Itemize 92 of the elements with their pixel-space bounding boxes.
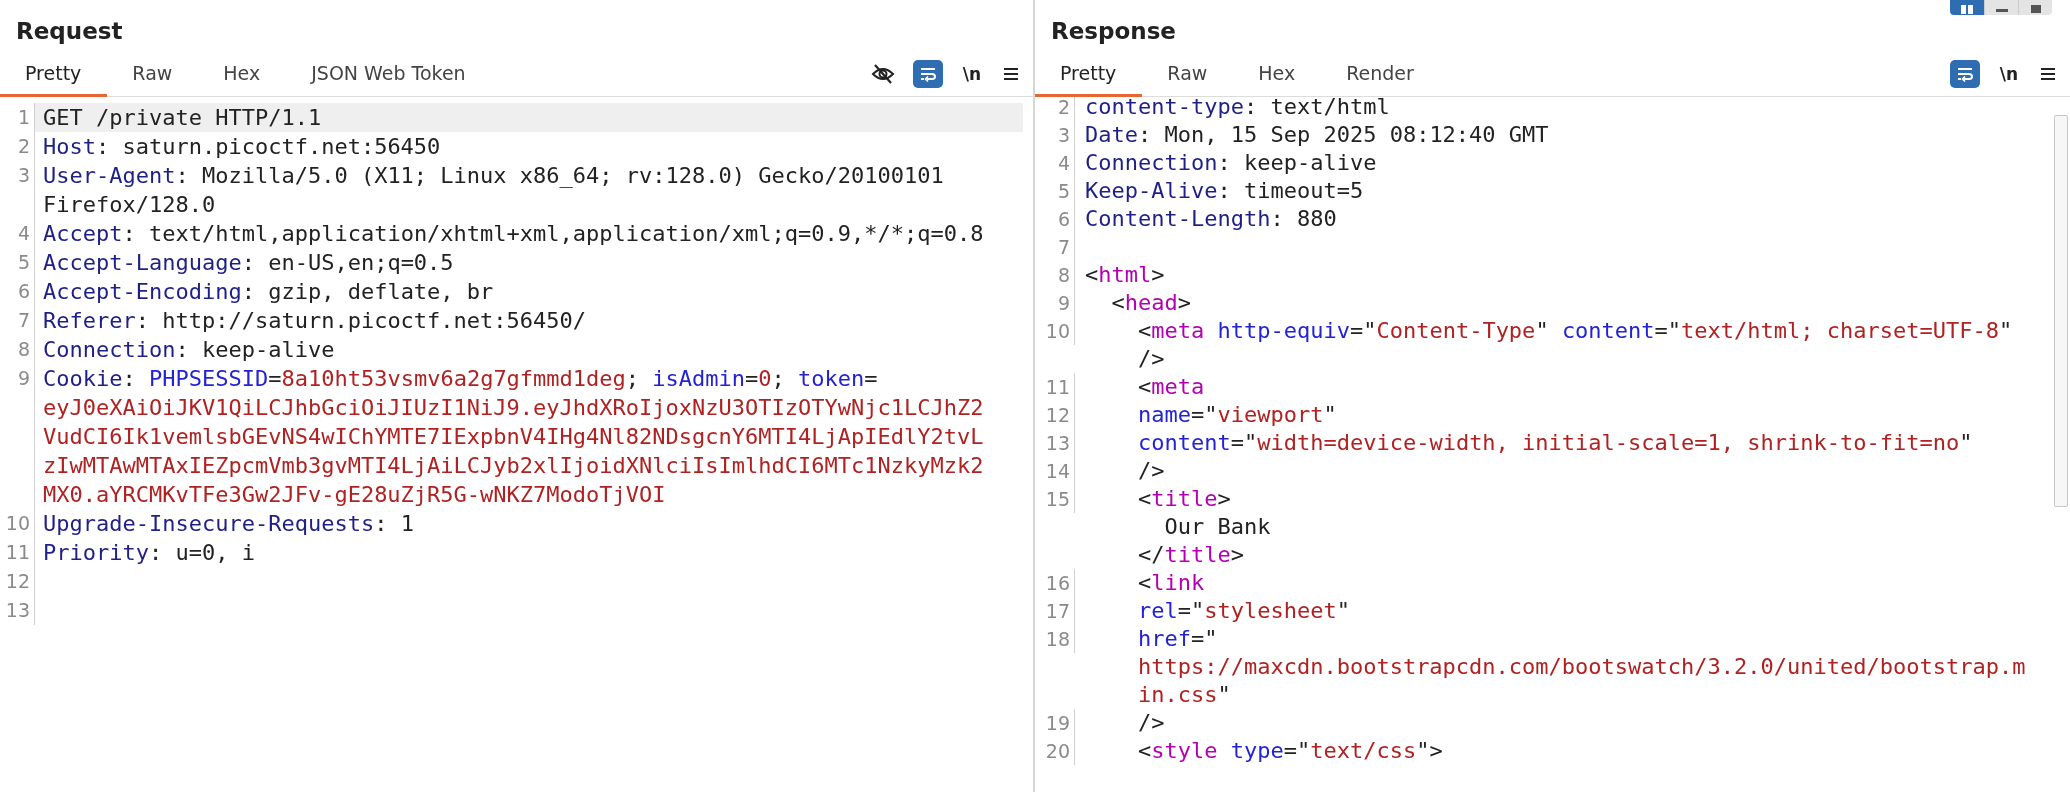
line-number: 18	[1045, 628, 1070, 650]
code-line: </title>	[1136, 541, 1244, 569]
menu-icon[interactable]	[1001, 65, 1021, 83]
tab[interactable]: Render	[1321, 52, 1440, 97]
code-line: Referer: http://saturn.picoctf.net:56450/	[43, 307, 587, 335]
menu-icon[interactable]	[2038, 65, 2058, 83]
code-line: Our Bank	[1163, 513, 1271, 541]
line-number: 14	[1045, 460, 1070, 482]
code-line: <style type="text/css">	[1136, 737, 1443, 765]
code-line: eyJ0eXAiOiJKV1QiLCJhbGciOiJIUzI1NiJ9.eyJhdXRoIjoxNzU3OTIzOTYwNjc1LCJhZ2	[43, 394, 984, 422]
line-number: 7	[1057, 236, 1070, 258]
tab[interactable]: Hex	[1233, 52, 1322, 97]
newline-toggle[interactable]: \n	[1995, 62, 2022, 86]
line-number: 6	[1057, 208, 1070, 230]
layout-button[interactable]	[2018, 0, 2052, 15]
code-line: zIwMTAwMTAxIEZpcmVmb3gvMTI4LjAiLCJyb2xlIjoidXNlciIsImlhdCI6MTc1NzkyMzk2	[43, 452, 984, 480]
code-line: Firefox/128.0	[43, 191, 216, 219]
line-number: 9	[1057, 292, 1070, 314]
line-number: 15	[1045, 488, 1070, 510]
code-line: <meta	[1136, 373, 1205, 401]
square-icon	[2028, 5, 2043, 15]
code-line: />	[1136, 709, 1165, 737]
line-number: 11	[1045, 376, 1070, 398]
code-line: in.css"	[1136, 681, 1231, 709]
line-number: 4	[1057, 152, 1070, 174]
code-line: <head>	[1110, 289, 1191, 317]
tab[interactable]: Raw	[1142, 52, 1234, 97]
code-line: VudCI6Ik1vemlsbGEvNS4wIChYMTE7IExpbnV4IHg4Nl82NDsgcnY6MTI4LjApIEdlY2tvL	[43, 423, 984, 451]
code-line: <meta http-equiv="Content-Type" content="text/html; charset=UTF-8"	[1136, 317, 2013, 345]
code-line: <title>	[1136, 485, 1231, 513]
line-number: 19	[1045, 712, 1070, 734]
code-line: Accept-Encoding: gzip, deflate, br	[43, 278, 494, 306]
code-line: Priority: u=0, i	[43, 539, 255, 567]
code-line: Accept: text/html,application/xhtml+xml,application/xml;q=0.9,*/*;q=0.8	[43, 220, 984, 248]
code-line: />	[1136, 457, 1165, 485]
line-number: 10	[1045, 320, 1070, 342]
code-line: content="width=device-width, initial-scale=1, shrink-to-fit=no"	[1136, 429, 1973, 457]
code-line: Accept-Language: en-US,en;q=0.5	[43, 249, 454, 277]
wrap-lines-icon[interactable]	[912, 60, 943, 88]
line-number: 10	[5, 512, 30, 534]
panel-title: Request	[15, 17, 124, 44]
panel-title: Response	[1050, 17, 1177, 44]
line-number: 17	[1045, 600, 1070, 622]
line-number: 13	[5, 599, 30, 621]
code-line: Cookie: PHPSESSID=8a10ht53vsmv6a2g7gfmmd1deg; isAdmin=0; token=	[43, 365, 878, 393]
code-line: User-Agent: Mozilla/5.0 (X11; Linux x86_64; rv:128.0) Gecko/20100101	[43, 162, 944, 190]
code-line: rel="stylesheet"	[1136, 597, 1350, 625]
code-line: Upgrade-Insecure-Requests: 1	[43, 510, 414, 538]
layout-button[interactable]	[1950, 0, 1984, 15]
code-line: https://maxcdn.bootstrapcdn.com/bootswatch/3.2.0/united/bootstrap.m	[1136, 653, 2026, 681]
wrap-lines-icon[interactable]	[1949, 60, 1980, 88]
line-number: 6	[17, 280, 30, 302]
tab[interactable]: Pretty	[1035, 52, 1143, 97]
tab[interactable]: Pretty	[0, 52, 108, 97]
code-line: MX0.aYRCMKvTFe3Gw2JFv-gE28uZjR5G-wNKZ7ModoTjVOI	[43, 481, 666, 509]
code-line: Keep-Alive: timeout=5	[1085, 177, 1364, 205]
line-number: 13	[1045, 432, 1070, 454]
code-line: Content-Length: 880	[1085, 205, 1337, 233]
line-number: 7	[17, 309, 30, 331]
code-line: />	[1136, 345, 1165, 373]
code-line: Connection: keep-alive	[1085, 149, 1377, 177]
code-line: Date: Mon, 15 Sep 2025 08:12:40 GMT	[1085, 121, 1549, 149]
code-line: Host: saturn.picoctf.net:56450	[43, 133, 441, 161]
code-line: <html>	[1085, 261, 1165, 289]
line-number: 4	[17, 222, 30, 244]
line-number: 8	[1057, 264, 1070, 286]
code-line: Connection: keep-alive	[43, 336, 335, 364]
line-number: 12	[1045, 404, 1070, 426]
line-number: 20	[1045, 740, 1070, 762]
code-line: content-type: text/html	[1085, 97, 1390, 121]
line-number: 9	[17, 367, 30, 389]
line-number: 3	[1057, 124, 1070, 146]
code-line: name="viewport"	[1136, 401, 1337, 429]
tab[interactable]: Hex	[198, 52, 287, 97]
line-number: 11	[5, 541, 30, 563]
line-number: 16	[1045, 572, 1070, 594]
code-line: <link	[1136, 569, 1205, 597]
newline-toggle[interactable]: \n	[958, 62, 985, 86]
columns-icon	[1960, 5, 1974, 15]
line-number: 1	[17, 106, 30, 128]
line-number: 5	[17, 251, 30, 273]
line-number: 3	[17, 164, 30, 186]
tab[interactable]: JSON Web Token	[286, 52, 492, 97]
line-number: 8	[17, 338, 30, 360]
line-number: 2	[17, 135, 30, 157]
line-number: 5	[1057, 180, 1070, 202]
line-number: 12	[5, 570, 30, 592]
layout-button[interactable]	[1984, 0, 2018, 15]
code-line: GET /private HTTP/1.1	[43, 104, 322, 132]
tab[interactable]: Raw	[107, 52, 199, 97]
code-line: href="	[1136, 625, 1218, 653]
line-number: 2	[1057, 97, 1070, 118]
